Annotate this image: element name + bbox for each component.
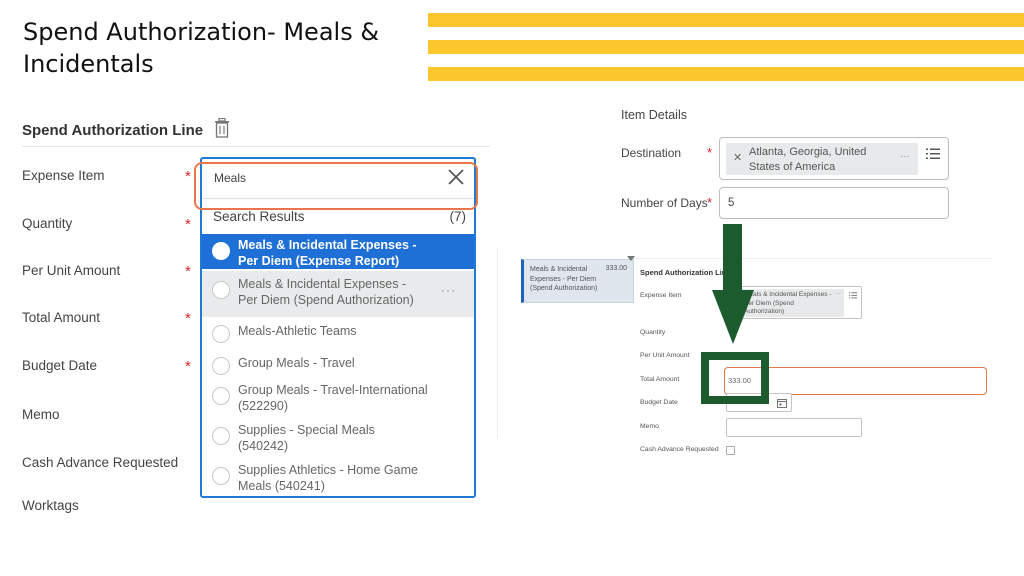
trash-icon[interactable] xyxy=(213,118,231,138)
destination-value: Atlanta, Georgia, United States of Ameri… xyxy=(749,146,867,173)
accent-stripe xyxy=(428,40,1024,54)
radio-button[interactable] xyxy=(212,387,230,405)
required-marker: * xyxy=(185,216,191,233)
remove-icon[interactable]: ✕ xyxy=(733,151,742,164)
number-of-days-label: Number of Days xyxy=(621,196,708,210)
item-details-title: Item Details xyxy=(621,108,687,122)
slide-title: Spend Authorization- Meals & Incidentals xyxy=(23,18,380,78)
expense-item-label: Expense Item xyxy=(640,292,682,299)
list-icon[interactable] xyxy=(849,292,857,299)
annotation-box xyxy=(701,352,769,404)
list-icon[interactable] xyxy=(926,148,940,160)
divider xyxy=(22,146,490,147)
required-marker: * xyxy=(707,195,713,210)
memo-label: Memo xyxy=(640,423,659,430)
cash-advance-label: Cash Advance Requested xyxy=(640,446,719,453)
search-result-label: Meals & Incidental Expenses - Per Diem (… xyxy=(238,238,417,268)
more-options-icon[interactable]: ··· xyxy=(441,283,456,297)
radio-button[interactable] xyxy=(212,427,230,445)
required-marker: * xyxy=(707,145,713,160)
search-results-header: Search Results xyxy=(213,209,305,224)
number-of-days-input[interactable] xyxy=(728,197,928,209)
radio-button[interactable] xyxy=(212,242,230,260)
search-result-label: Supplies - Special Meals (540242) xyxy=(238,423,375,453)
annotation-arrow xyxy=(723,224,742,292)
section-title: Spend Authorization Line xyxy=(640,268,731,277)
field-label-quantity: Quantity xyxy=(22,216,73,231)
required-marker: * xyxy=(185,358,191,375)
destination-chip[interactable]: ✕ Atlanta, Georgia, United States of Ame… xyxy=(726,143,918,175)
destination-label: Destination xyxy=(621,146,682,160)
radio-button[interactable] xyxy=(212,325,230,343)
search-result-item[interactable]: Group Meals - Travel xyxy=(202,351,474,379)
search-result-label: Group Meals - Travel xyxy=(238,356,355,370)
destination-field[interactable]: ✕ Atlanta, Georgia, United States of Ame… xyxy=(719,137,949,180)
more-options-icon[interactable]: ··· xyxy=(835,291,841,297)
radio-button[interactable] xyxy=(212,467,230,485)
expense-item-chip[interactable]: Meals & Incidental Expenses - Per Diem (… xyxy=(741,289,844,317)
field-label-budget-date: Budget Date xyxy=(22,358,98,373)
summary-card-amount: 333.00 xyxy=(605,265,627,272)
section-title: Spend Authorization Line xyxy=(22,122,204,139)
required-marker: * xyxy=(185,168,191,185)
field-label-worktags: Worktags xyxy=(22,498,79,513)
field-label-cash-advance: Cash Advance Requested xyxy=(22,455,179,470)
search-result-item[interactable]: Group Meals - Travel-International (5222… xyxy=(202,379,474,419)
required-marker: * xyxy=(185,263,191,280)
calendar-icon[interactable] xyxy=(777,398,787,408)
search-result-label: Group Meals - Travel-International (5222… xyxy=(238,383,428,413)
radio-button[interactable] xyxy=(212,357,230,375)
expense-item-value: Meals & Incidental Expenses - Per Diem (… xyxy=(744,291,832,315)
annotation-arrow-head xyxy=(712,290,754,344)
search-result-label: Supplies Athletics - Home Game Meals (54… xyxy=(238,463,418,493)
divider xyxy=(497,248,498,438)
field-label-total-amount: Total Amount xyxy=(22,310,101,325)
required-marker: * xyxy=(185,310,191,327)
field-label-expense-item: Expense Item xyxy=(22,168,105,183)
accent-stripe xyxy=(428,67,1024,81)
search-result-item[interactable]: Meals & Incidental Expenses - Per Diem (… xyxy=(202,271,474,317)
search-result-label: Meals-Athletic Teams xyxy=(238,324,357,338)
number-of-days-field[interactable] xyxy=(719,187,949,219)
search-result-item[interactable]: Supplies Athletics - Home Game Meals (54… xyxy=(202,459,474,496)
budget-date-label: Budget Date xyxy=(640,399,678,406)
cash-advance-checkbox[interactable] xyxy=(726,446,735,455)
quantity-label: Quantity xyxy=(640,329,666,336)
line-summary-card[interactable]: Meals & Incidental Expenses - Per Diem (… xyxy=(521,259,634,303)
field-label-per-unit-amount: Per Unit Amount xyxy=(22,263,121,278)
field-label-memo: Memo xyxy=(22,407,60,422)
total-amount-label: Total Amount xyxy=(640,376,680,383)
divider xyxy=(632,258,992,259)
search-result-item[interactable]: Supplies - Special Meals (540242) xyxy=(202,419,474,459)
search-result-label: Meals & Incidental Expenses - Per Diem (… xyxy=(238,277,414,307)
search-result-item[interactable]: Meals & Incidental Expenses - Per Diem (… xyxy=(202,234,474,269)
search-result-item[interactable]: Meals-Athletic Teams xyxy=(202,319,474,349)
search-results-count: (7) xyxy=(449,209,467,224)
summary-card-text: Meals & Incidental Expenses - Per Diem (… xyxy=(530,266,598,292)
per-unit-amount-label: Per Unit Amount xyxy=(640,352,690,359)
memo-field[interactable] xyxy=(726,418,862,437)
highlight-annotation xyxy=(194,162,478,210)
accent-stripe xyxy=(428,13,1024,27)
expense-item-field[interactable]: Meals & Incidental Expenses - Per Diem (… xyxy=(737,286,862,319)
chevron-down-icon[interactable] xyxy=(627,256,635,261)
more-options-icon[interactable]: ··· xyxy=(900,151,910,162)
radio-button[interactable] xyxy=(212,281,230,299)
